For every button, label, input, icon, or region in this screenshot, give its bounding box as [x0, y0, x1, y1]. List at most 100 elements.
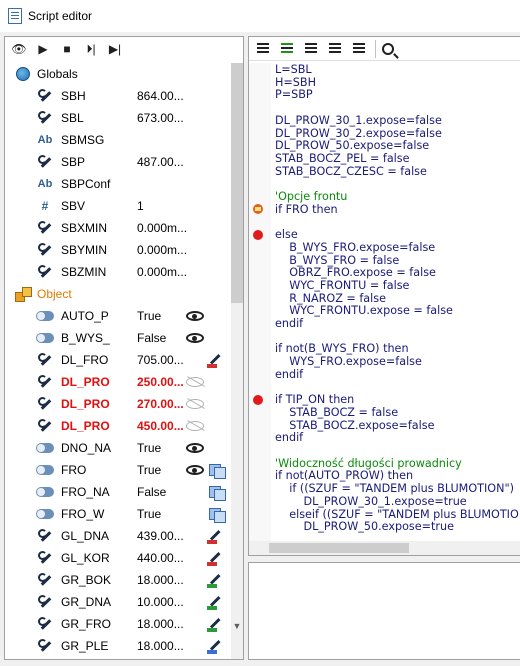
breakpoint-gutter[interactable] [249, 63, 271, 555]
eye-glyph [186, 333, 204, 343]
variable-row[interactable]: DL_FRO 705.00... [5, 349, 231, 371]
variable-row[interactable]: GR_FRO 18.000... [5, 613, 231, 635]
tree-vertical-scrollbar[interactable]: ▼ [231, 63, 243, 659]
wrench-icon [35, 528, 55, 544]
hidden-eye-icon[interactable] [185, 396, 205, 412]
variable-row[interactable]: GR_DNA 10.000... [5, 591, 231, 613]
code-line: STAB_BOCZ_CZESC = false [275, 164, 427, 178]
variable-row[interactable]: DNO_NA True [5, 437, 231, 459]
hidden-eye-icon[interactable] [185, 374, 205, 390]
variable-row[interactable]: # SBV 1 [5, 195, 231, 217]
wrench-glyph [37, 220, 53, 236]
variable-row[interactable]: SBYMIN 0.000m... [5, 239, 231, 261]
variable-row[interactable]: GR_BOK 18.000... [5, 569, 231, 591]
eye-icon[interactable]: 👁 [9, 39, 29, 59]
editor-horizontal-scrollbar[interactable] [249, 541, 520, 555]
eye-glyph [186, 421, 204, 431]
play-icon[interactable]: ▶ [33, 39, 53, 59]
layers-icon[interactable] [205, 483, 227, 501]
step-over-icon[interactable]: ▶| [105, 39, 125, 59]
tree-group-object[interactable]: Object [5, 283, 231, 305]
variable-name: GL_KOR [61, 551, 110, 565]
parameter-action-icon[interactable] [205, 571, 227, 589]
indent-icon[interactable] [255, 40, 273, 58]
ab-icon: Ab [35, 132, 55, 148]
visible-eye-icon[interactable] [185, 462, 205, 478]
ab-glyph: Ab [37, 178, 53, 190]
parameter-action-icon[interactable] [205, 351, 227, 369]
variable-row[interactable]: SBXMIN 0.000m... [5, 217, 231, 239]
parameter-action-icon[interactable] [205, 549, 227, 567]
code-editor[interactable]: L=SBL H=SBH P=SBP DL_PROW_30_1.expose=false… [275, 63, 520, 555]
visible-eye-icon[interactable] [185, 308, 205, 324]
variable-value: 0.000m... [137, 243, 188, 257]
wrench-icon [35, 616, 55, 632]
layers-icon[interactable] [205, 461, 227, 479]
variable-row[interactable]: SBZMIN 0.000m... [5, 261, 231, 283]
toggle-icon [35, 330, 55, 346]
variable-row[interactable]: DL_PRO 270.00... [5, 393, 231, 415]
variable-row[interactable]: FRO_NA False [5, 481, 231, 503]
code-line: if not(AUTO_PROW) then [275, 469, 414, 483]
parameter-action-icon[interactable] [205, 593, 227, 611]
parameter-action-icon[interactable] [205, 637, 227, 655]
variable-value: 439.00... [137, 529, 184, 543]
stop-icon[interactable]: ■ [57, 39, 77, 59]
comment-icon[interactable] [303, 40, 321, 58]
variable-value: 0.000m... [137, 221, 188, 235]
toggle-glyph [36, 333, 54, 343]
code-line: DL_PROW_30_1.expose=true [275, 494, 467, 508]
variable-row[interactable]: DL_PRO 450.00... [5, 415, 231, 437]
variable-name: GR_FRO [61, 617, 112, 631]
variable-row[interactable]: DL_PRO 250.00... [5, 371, 231, 393]
arrow-part [207, 584, 217, 588]
variable-row[interactable]: B_WYS_ False [5, 327, 231, 349]
variable-row[interactable]: SBP 487.00... [5, 151, 231, 173]
current-line-icon[interactable] [253, 204, 263, 215]
code-line: R_NAROZ = false [275, 291, 386, 305]
wrench-part [209, 529, 221, 541]
variable-row[interactable]: Ab SBMSG [5, 129, 231, 151]
format-icon[interactable] [351, 40, 369, 58]
code-line: 'Widoczność długości prowadnicy [275, 456, 462, 470]
variable-row[interactable]: SBH 864.00... [5, 85, 231, 107]
variable-row[interactable]: GL_DNA 439.00... [5, 525, 231, 547]
code-line: if not(B_WYS_FRO) then [275, 342, 409, 356]
code-line: B_WYS_FRO = false [275, 253, 400, 267]
hidden-eye-icon[interactable] [185, 418, 205, 434]
scrollbar-thumb[interactable] [269, 543, 409, 553]
scroll-down-arrow[interactable]: ▼ [231, 621, 243, 635]
action-glyph [207, 572, 225, 588]
variable-row[interactable]: Ab SBPConf [5, 173, 231, 195]
step-into-icon[interactable]: ⏵| [81, 39, 101, 59]
layers-icon[interactable] [205, 505, 227, 523]
breakpoint-icon[interactable] [253, 229, 263, 240]
variable-name: SBL [61, 111, 84, 125]
wrench-glyph [37, 110, 53, 126]
visible-eye-icon[interactable] [185, 330, 205, 346]
parameter-action-icon[interactable] [205, 615, 227, 633]
search-icon[interactable] [382, 42, 394, 55]
output-panel[interactable] [248, 562, 520, 660]
tree-group-globals[interactable]: Globals [5, 63, 231, 85]
variable-value: 864.00... [137, 89, 184, 103]
variable-value: True [137, 441, 162, 455]
variable-row[interactable]: GR_PLE 18.000... [5, 635, 231, 657]
variable-name: DL_PRO [61, 375, 110, 389]
breakpoint-icon[interactable] [253, 394, 263, 405]
code-editor-panel: L=SBL H=SBH P=SBP DL_PROW_30_1.expose=false… [248, 36, 520, 556]
variable-row[interactable]: SBL 673.00... [5, 107, 231, 129]
wrench-glyph [37, 396, 53, 412]
uncomment-icon[interactable] [327, 40, 345, 58]
variable-row[interactable]: FRO True [5, 459, 231, 481]
visible-eye-icon[interactable] [185, 440, 205, 456]
variable-row[interactable]: AUTO_P True [5, 305, 231, 327]
variable-row[interactable]: GL_KOR 440.00... [5, 547, 231, 569]
action-glyph [207, 594, 225, 610]
parameter-action-icon[interactable] [205, 527, 227, 545]
variable-value: 1 [137, 199, 144, 213]
wrench-part [209, 617, 221, 629]
outdent-icon[interactable] [279, 40, 297, 58]
variable-row[interactable]: FRO_W True [5, 503, 231, 525]
scrollbar-thumb[interactable] [231, 63, 243, 303]
